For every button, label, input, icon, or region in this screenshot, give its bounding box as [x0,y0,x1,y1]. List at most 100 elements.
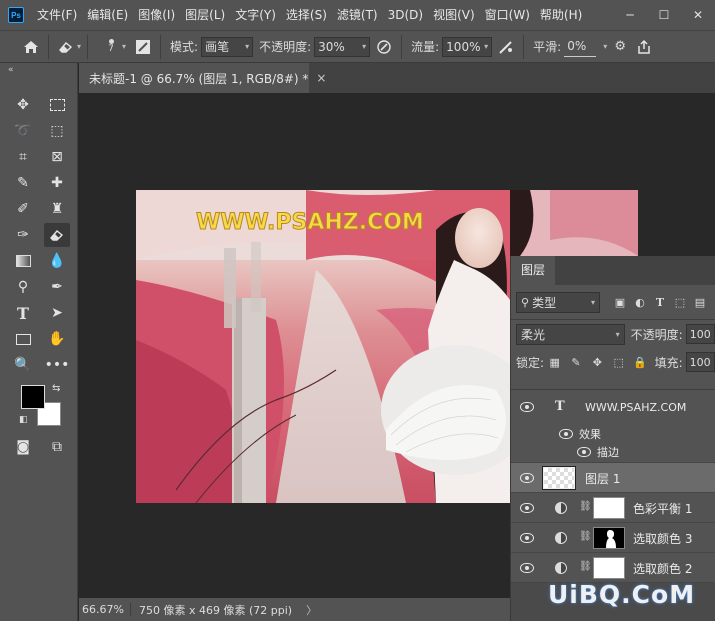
default-colors-icon[interactable]: ◧ [19,415,28,425]
pen-tool[interactable]: ✒ [44,275,70,299]
move-tool[interactable]: ✥ [10,93,36,117]
lock-artboard-icon[interactable]: ⬚ [608,356,629,369]
eye-icon[interactable] [520,533,534,543]
rectangle-tool[interactable] [10,327,36,351]
layer-row-selective-color-3[interactable]: ⛓ 选取颜色 3 [511,522,715,552]
screen-mode-button[interactable]: ⧉ [44,435,70,459]
brush-tool[interactable]: ✐ [10,197,36,221]
tool-preset-button[interactable] [55,36,77,58]
smoothing-settings-button[interactable]: ⚙ [609,36,631,58]
eye-icon[interactable] [559,429,573,439]
layer-row-layer1[interactable]: 图层 1 [511,462,715,492]
eye-icon[interactable] [577,447,591,457]
lasso-tool[interactable]: ➰ [10,119,36,143]
healing-brush-tool[interactable]: ✚ [44,171,70,195]
lock-pixels-icon[interactable]: ✎ [565,356,586,369]
adjustment-filter-icon[interactable]: ◐ [630,296,650,309]
object-selection-tool[interactable]: ⬚ [44,119,70,143]
menu-3d[interactable]: 3D(D) [383,0,428,30]
path-selection-tool[interactable]: ➤ [44,301,70,325]
chevron-down-icon[interactable]: ▾ [122,42,126,51]
type-layer-icon: T [555,399,565,414]
eye-icon[interactable] [520,402,534,412]
close-tab-icon[interactable]: × [316,71,326,85]
smart-object-filter-icon[interactable]: ▤ [690,296,710,309]
layer-opacity-value: 100 [689,327,711,341]
eye-icon[interactable] [520,473,534,483]
document-tab[interactable]: 未标题-1 @ 66.7% (图层 1, RGB/8#) * × [79,63,326,93]
blur-tool[interactable]: 💧 [44,249,70,273]
fill-field[interactable]: 100 [685,352,715,372]
chevron-right-icon[interactable]: 〉 [306,602,317,618]
minimize-button[interactable]: ─ [613,0,647,30]
menu-window[interactable]: 窗口(W) [480,0,535,30]
image-filter-icon[interactable]: ▣ [610,296,630,309]
brush-settings-button[interactable] [132,36,154,58]
menu-image[interactable]: 图像(I) [133,0,180,30]
history-brush-tool[interactable]: ✑ [10,223,36,247]
flow-value: 100% [446,39,481,54]
swap-colors-icon[interactable]: ⇆ [52,383,60,394]
eraser-icon [59,41,73,53]
eyedropper-tool[interactable]: ✎ [10,171,36,195]
mode-select[interactable]: 画笔 ▾ [201,36,254,57]
brush-size-picker[interactable]: 7 [100,39,122,54]
menu-help[interactable]: 帮助(H) [535,0,587,30]
pressure-opacity-button[interactable] [373,36,395,58]
chevron-down-icon[interactable]: ▾ [77,42,81,51]
dodge-tool[interactable]: ⚲ [10,275,36,299]
eye-icon[interactable] [520,503,534,513]
layer-opacity-field[interactable]: 100 [685,324,715,344]
lock-position-icon[interactable]: ✥ [587,356,608,369]
lock-all-icon[interactable]: 🔒 [629,356,650,369]
maximize-button[interactable]: ☐ [647,0,681,30]
frame-tool[interactable]: ⊠ [44,145,70,169]
menu-filter[interactable]: 滤镜(T) [332,0,383,30]
shape-filter-icon[interactable]: ⬚ [670,296,690,309]
collapse-panel-icon[interactable]: « [8,65,14,75]
menu-view[interactable]: 视图(V) [428,0,480,30]
document-canvas-right[interactable] [510,190,638,256]
stroke-effect-row[interactable]: 描边 [511,444,715,462]
layer-row-selective-color-2[interactable]: ⛓ 选取颜色 2 [511,552,715,582]
quick-mask-button[interactable]: ◙ [10,435,36,459]
layer-name: 选取颜色 2 [633,562,693,576]
share-button[interactable] [633,36,655,58]
foreground-color[interactable] [21,385,45,409]
menu-type[interactable]: 文字(Y) [230,0,281,30]
type-filter-icon[interactable]: T [650,296,670,309]
zoom-level[interactable]: 66.67% [79,603,131,616]
eraser-tool[interactable] [44,223,70,247]
menu-edit[interactable]: 编辑(E) [82,0,133,30]
marquee-tool[interactable] [44,93,70,117]
eye-icon[interactable] [520,563,534,573]
chevron-down-icon[interactable]: ▾ [603,42,607,51]
layer-row-text[interactable]: T WWW.PSAHZ.COM [511,389,715,426]
blend-mode-select[interactable]: 柔光 ▾ [516,323,625,345]
flow-field[interactable]: 100% ▾ [442,36,493,57]
hand-tool[interactable]: ✋ [44,327,70,351]
menu-layer[interactable]: 图层(L) [180,0,230,30]
flow-label: 流量: [411,40,440,54]
opacity-field[interactable]: 30% ▾ [314,36,371,57]
stamp-tool[interactable]: ♜ [44,197,70,221]
home-button[interactable] [20,36,42,58]
menu-select[interactable]: 选择(S) [281,0,332,30]
zoom-tool[interactable]: 🔍 [10,353,36,377]
close-window-button[interactable]: ✕ [681,0,715,30]
document-canvas[interactable]: WWW.PSAHZ.COM [136,190,510,503]
lasso-icon: ➰ [14,123,32,139]
mode-label: 模式: [170,40,199,54]
layer-row-color-balance[interactable]: ⛓ 色彩平衡 1 [511,492,715,522]
smoothing-field[interactable]: 0% [564,37,597,57]
type-tool[interactable]: T [10,301,36,325]
airbrush-button[interactable] [495,36,517,58]
gradient-tool[interactable] [10,249,36,273]
crop-tool[interactable]: ⌗ [10,145,36,169]
menu-file[interactable]: 文件(F) [32,0,82,30]
tab-layers[interactable]: 图层 [511,256,556,285]
filter-kind-select[interactable]: ⚲ 类型 ▾ [516,291,600,313]
effects-row[interactable]: 效果 [511,426,715,444]
lock-transparent-icon[interactable]: ▦ [544,356,565,369]
more-tools-button[interactable]: ••• [44,353,70,377]
